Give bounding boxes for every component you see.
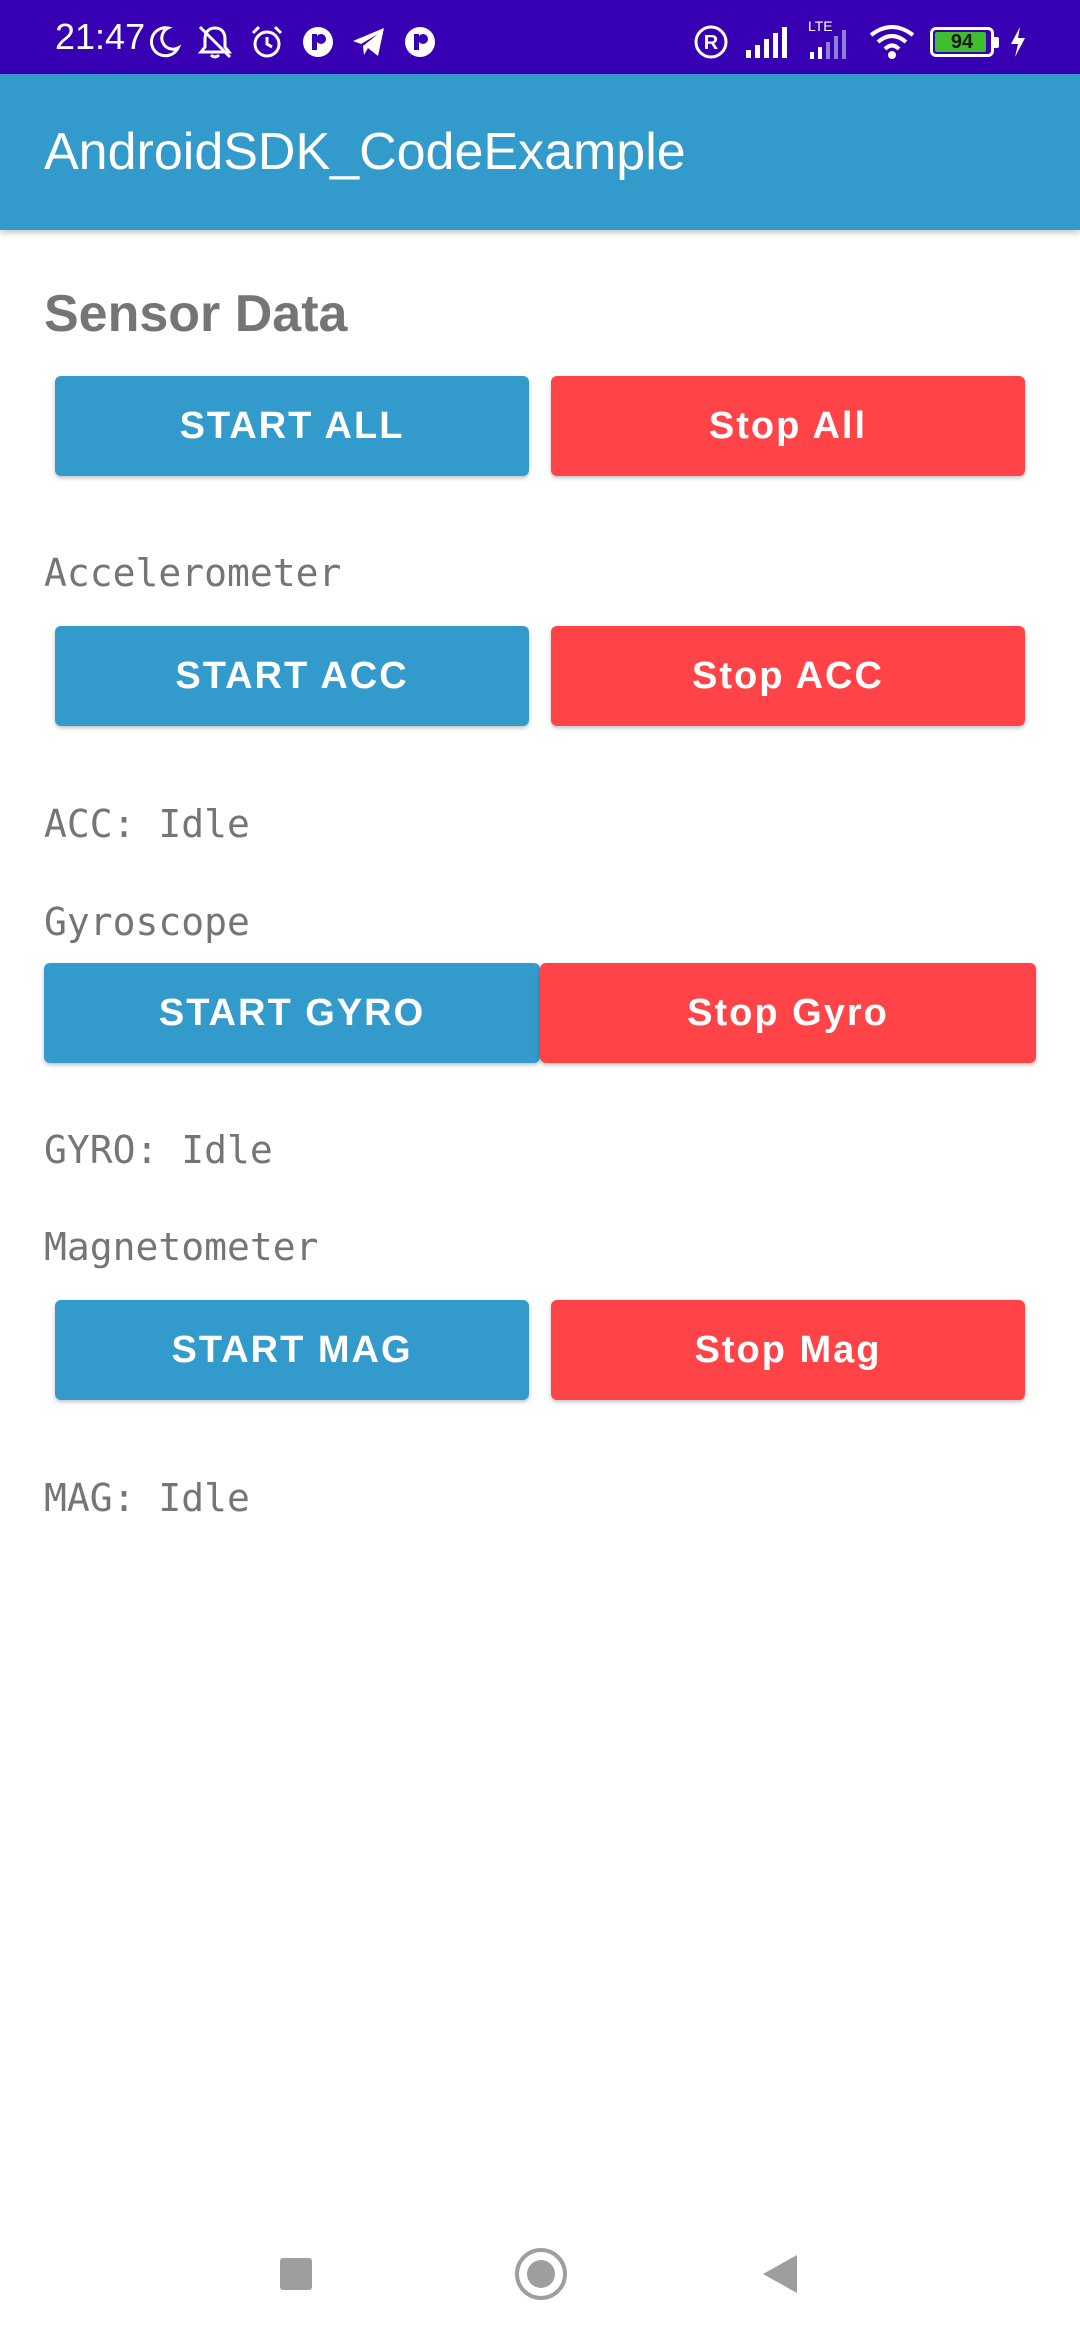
acc-status: ACC: Idle — [44, 802, 250, 846]
mag-status: MAG: Idle — [44, 1476, 250, 1520]
alarm-icon — [251, 25, 283, 58]
stop-acc-button[interactable]: Stop ACC — [551, 626, 1025, 726]
gyroscope-label: Gyroscope — [44, 900, 250, 944]
app-bar: AndroidSDK_CodeExample — [0, 74, 1080, 230]
stop-all-button[interactable]: Stop All — [551, 376, 1025, 476]
start-acc-button[interactable]: START ACC — [55, 626, 529, 726]
stop-mag-button[interactable]: Stop Mag — [551, 1300, 1025, 1400]
app-title: AndroidSDK_CodeExample — [44, 123, 686, 181]
stop-gyro-button[interactable]: Stop Gyro — [540, 963, 1036, 1063]
svg-text:R: R — [704, 32, 719, 54]
registered-icon: R — [694, 25, 728, 59]
app-notification-icon — [303, 27, 333, 57]
status-left-icons — [146, 22, 438, 62]
bell-off-icon — [197, 25, 233, 59]
status-bar: 21:47 R LTE 94 — [0, 0, 1080, 74]
recents-icon[interactable] — [280, 2258, 312, 2290]
sensor-data-title: Sensor Data — [44, 285, 348, 343]
battery-icon: 94 — [930, 27, 999, 57]
lte-signal-icon: LTE — [808, 18, 854, 62]
home-icon[interactable] — [515, 2248, 567, 2300]
status-right-icons: R LTE 94 — [692, 18, 1028, 62]
start-all-button[interactable]: START ALL — [55, 376, 529, 476]
telegram-icon — [353, 28, 384, 56]
start-mag-button[interactable]: START MAG — [55, 1300, 529, 1400]
back-icon[interactable] — [763, 2255, 797, 2293]
wifi-icon — [869, 25, 915, 59]
magnetometer-label: Magnetometer — [44, 1225, 319, 1269]
charging-icon — [1011, 27, 1025, 57]
home-icon-inner — [527, 2260, 555, 2288]
status-time: 21:47 — [55, 16, 146, 57]
signal-icon — [746, 27, 787, 58]
gyro-status: GYRO: Idle — [44, 1128, 273, 1172]
battery-level: 94 — [950, 31, 974, 53]
accelerometer-label: Accelerometer — [44, 551, 342, 595]
start-gyro-button[interactable]: START GYRO — [44, 963, 540, 1063]
moon-icon — [149, 26, 182, 58]
app-notification-icon — [405, 27, 435, 57]
battery-cap — [994, 37, 999, 48]
